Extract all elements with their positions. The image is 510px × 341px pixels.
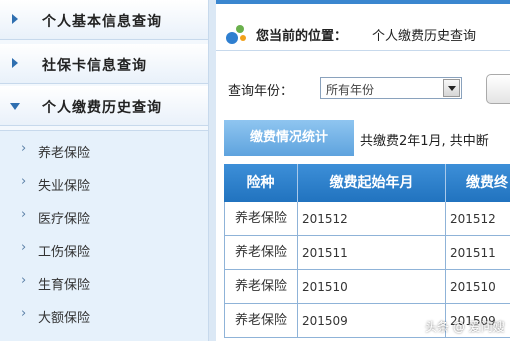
submenu-item-label: 医疗保险 bbox=[38, 212, 91, 227]
year-filter-label: 查询年份： bbox=[228, 84, 294, 99]
year-filter: 查询年份： 所有年份 bbox=[216, 74, 510, 104]
cell-start-month: 201510 bbox=[298, 270, 446, 304]
submenu-item-medical[interactable]: › 医疗保险 bbox=[0, 201, 208, 229]
submenu-item-label: 大额保险 bbox=[38, 311, 91, 326]
breadcrumb: 您当前的位置： 个人缴费历史查询 bbox=[216, 13, 510, 51]
chevron-right-icon: › bbox=[21, 306, 27, 321]
chevron-right-icon: › bbox=[21, 141, 27, 156]
submenu-item-large-amount[interactable]: › 大额保险 bbox=[0, 300, 208, 328]
sidebar-item-basic-info[interactable]: 个人基本信息查询 bbox=[0, 0, 208, 40]
table-row: 养老保险 201512 201512 bbox=[224, 202, 510, 236]
stats-tab-row: 缴费情况统计 共缴费2年1月, 共中断 bbox=[216, 118, 510, 158]
chevron-right-icon: › bbox=[21, 240, 27, 255]
triangle-right-icon bbox=[12, 58, 18, 68]
submenu-item-label: 工伤保险 bbox=[38, 245, 91, 260]
sidebar-item-label: 个人缴费历史查询 bbox=[42, 100, 162, 116]
submenu-item-pension[interactable]: › 养老保险 bbox=[0, 135, 208, 163]
submenu-item-work-injury[interactable]: › 工伤保险 bbox=[0, 234, 208, 262]
cell-insurance-type: 养老保险 bbox=[224, 236, 298, 270]
column-header-start-month: 缴费起始年月 bbox=[298, 164, 446, 202]
breadcrumb-label: 您当前的位置： bbox=[256, 29, 348, 44]
top-accent-bar bbox=[216, 0, 510, 4]
cell-insurance-type: 养老保险 bbox=[224, 202, 298, 236]
column-header-end-month: 缴费终 bbox=[446, 164, 510, 202]
submenu-item-label: 生育保险 bbox=[38, 278, 91, 293]
table-row: 养老保险 201511 201511 bbox=[224, 236, 510, 270]
cell-end-month: 201512 bbox=[446, 202, 510, 236]
tab-payment-stats[interactable]: 缴费情况统计 bbox=[224, 120, 354, 156]
payment-summary: 共缴费2年1月, 共中断 bbox=[360, 134, 489, 149]
cell-insurance-type: 养老保险 bbox=[224, 304, 298, 338]
dropdown-button[interactable] bbox=[443, 79, 460, 97]
chevron-right-icon: › bbox=[21, 174, 27, 189]
sidebar-item-payment-history[interactable]: 个人缴费历史查询 bbox=[0, 86, 208, 126]
main-content: 您当前的位置： 个人缴费历史查询 查询年份： 所有年份 缴费情况统计 共缴费2年… bbox=[216, 0, 510, 341]
chevron-right-icon: › bbox=[21, 207, 27, 222]
sidebar-divider bbox=[208, 0, 216, 341]
watermark-text: 头条 @ 爱问嫂 bbox=[425, 320, 505, 334]
sidebar-item-social-card[interactable]: 社保卡信息查询 bbox=[0, 44, 208, 84]
cell-insurance-type: 养老保险 bbox=[224, 270, 298, 304]
watermark: 头条 @ 爱问嫂 bbox=[408, 318, 505, 335]
cell-end-month: 201510 bbox=[446, 270, 510, 304]
cell-start-month: 201512 bbox=[298, 202, 446, 236]
sidebar-item-label: 个人基本信息查询 bbox=[42, 14, 162, 30]
column-header-insurance-type: 险种 bbox=[224, 164, 298, 202]
submenu-item-unemployment[interactable]: › 失业保险 bbox=[0, 168, 208, 196]
sidebar: 个人基本信息查询 社保卡信息查询 个人缴费历史查询 › 养老保险 › 失业保险 … bbox=[0, 0, 208, 341]
table-header: 险种 缴费起始年月 缴费终 bbox=[224, 164, 510, 202]
breadcrumb-current: 个人缴费历史查询 bbox=[372, 29, 477, 44]
cell-end-month: 201511 bbox=[446, 236, 510, 270]
cell-start-month: 201511 bbox=[298, 236, 446, 270]
sidebar-submenu: › 养老保险 › 失业保险 › 医疗保险 › 工伤保险 › 生育保险 › 大额保… bbox=[0, 130, 208, 341]
triangle-right-icon bbox=[12, 14, 18, 24]
year-select[interactable]: 所有年份 bbox=[320, 77, 462, 99]
year-select-value: 所有年份 bbox=[326, 83, 375, 97]
table-row: 养老保险 201510 201510 bbox=[224, 270, 510, 304]
triangle-down-icon bbox=[10, 103, 20, 110]
submenu-item-label: 养老保险 bbox=[38, 146, 91, 161]
chat-bubble-icon bbox=[408, 321, 422, 333]
sidebar-item-label: 社保卡信息查询 bbox=[42, 58, 147, 74]
location-dots-icon bbox=[226, 23, 248, 45]
chevron-right-icon: › bbox=[21, 273, 27, 288]
query-button[interactable] bbox=[486, 74, 510, 104]
submenu-item-label: 失业保险 bbox=[38, 179, 91, 194]
chevron-down-icon bbox=[448, 86, 456, 91]
submenu-item-maternity[interactable]: › 生育保险 bbox=[0, 267, 208, 295]
